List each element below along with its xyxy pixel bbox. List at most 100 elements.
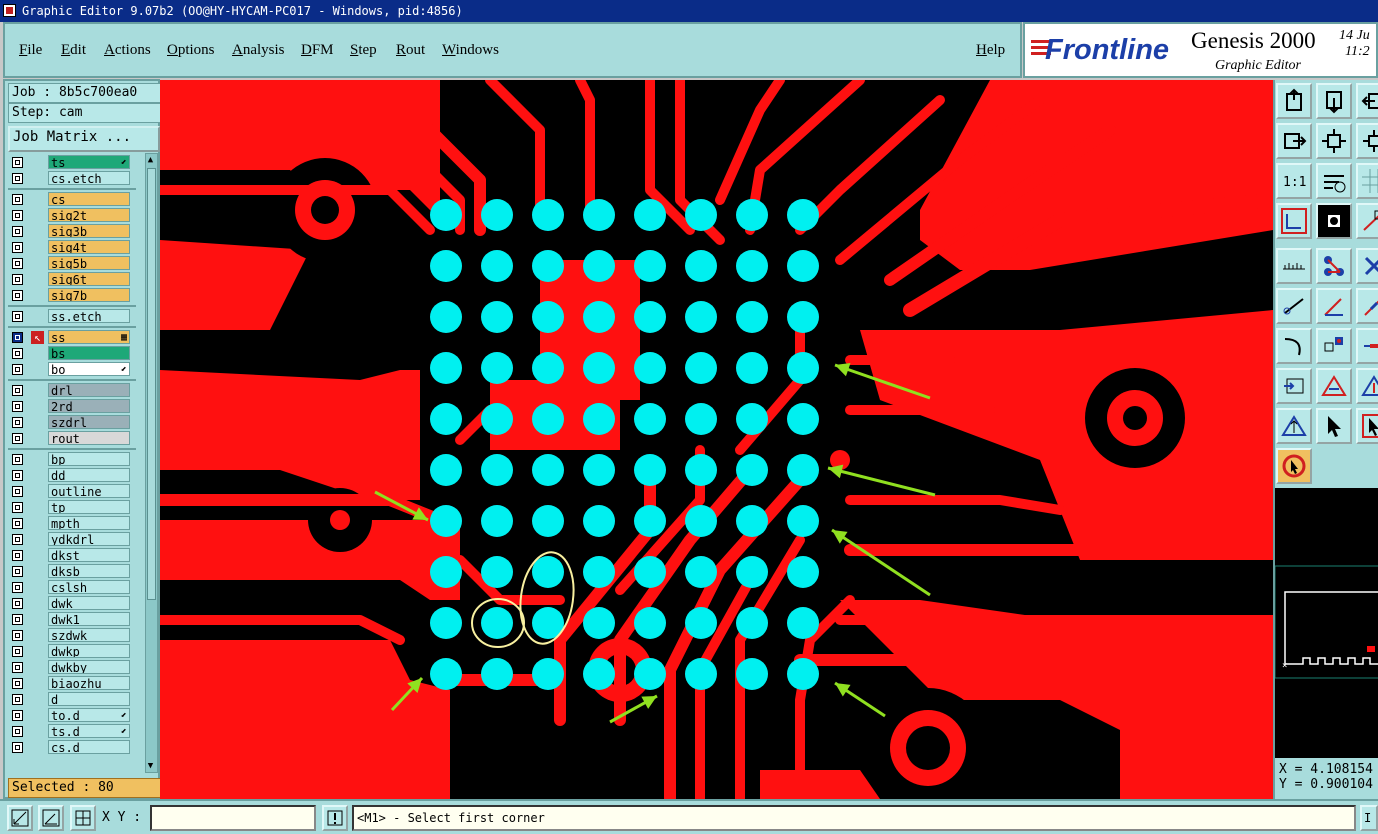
layer-checkbox[interactable] <box>12 417 23 428</box>
layer-name[interactable]: to.d ⬋ <box>48 708 130 722</box>
layer-name[interactable]: biaozhu <box>48 676 130 690</box>
layer-checkbox[interactable] <box>12 726 23 737</box>
layer-row[interactable]: ss.etch <box>8 309 142 324</box>
menu-help[interactable]: Help <box>976 42 1005 59</box>
layer-name[interactable]: ss.etch <box>48 309 130 323</box>
scale-button[interactable]: 1:1 <box>1276 163 1312 199</box>
stop-button[interactable] <box>1276 448 1312 484</box>
layer-checkbox[interactable] <box>12 710 23 721</box>
info-button[interactable]: I <box>1360 805 1378 831</box>
layer-checkbox[interactable] <box>12 194 23 205</box>
menu-edit[interactable]: Edit <box>61 42 86 59</box>
layer-name[interactable]: cs.d <box>48 740 130 754</box>
xy-input[interactable] <box>150 805 316 831</box>
snap-button[interactable] <box>1316 203 1352 239</box>
layer-checkbox[interactable] <box>12 454 23 465</box>
layer-row[interactable]: d <box>8 692 142 707</box>
layer-checkbox[interactable] <box>12 678 23 689</box>
layer-name[interactable]: cs <box>48 192 130 206</box>
arrow-select-button[interactable] <box>1316 408 1352 444</box>
menu-dfm[interactable]: DFM <box>301 42 334 59</box>
layer-row[interactable]: ts ⬋ <box>8 155 142 170</box>
layer-checkbox[interactable] <box>12 550 23 561</box>
layer-row[interactable]: biaozhu <box>8 676 142 691</box>
menu-step[interactable]: Step <box>350 42 377 59</box>
layer-name[interactable]: dwkby <box>48 660 130 674</box>
triangle-button[interactable] <box>1356 368 1378 404</box>
layer-row[interactable]: cs <box>8 192 142 207</box>
layer-row[interactable]: szdwk <box>8 628 142 643</box>
vertex-button[interactable] <box>1356 203 1378 239</box>
layer-row[interactable]: mpth <box>8 516 142 531</box>
layer-name[interactable]: dwk <box>48 596 130 610</box>
menu-analysis[interactable]: Analysis <box>232 42 285 59</box>
layer-checkbox[interactable] <box>12 226 23 237</box>
layer-checkbox[interactable] <box>12 258 23 269</box>
layer-name[interactable]: szdrl <box>48 415 130 429</box>
layer-row[interactable]: ts.d ⬋ <box>8 724 142 739</box>
layer-checkbox[interactable] <box>12 582 23 593</box>
layer-checkbox[interactable] <box>12 290 23 301</box>
layer-row[interactable]: drl <box>8 383 142 398</box>
layer-name[interactable]: dksb <box>48 564 130 578</box>
layer-row[interactable]: sig7b <box>8 288 142 303</box>
layer-row[interactable]: sig4t <box>8 240 142 255</box>
layer-row[interactable]: dwk <box>8 596 142 611</box>
layer-checkbox[interactable] <box>12 486 23 497</box>
select-point-button[interactable] <box>1316 328 1352 364</box>
menu-rout[interactable]: Rout <box>396 42 425 59</box>
layer-name[interactable]: cs.etch <box>48 171 130 185</box>
layer-name[interactable]: sig4t <box>48 240 130 254</box>
scroll-down-icon[interactable]: ▼ <box>146 760 155 772</box>
angle-button[interactable] <box>1316 368 1352 404</box>
layer-name[interactable]: bo ⬋ <box>48 362 130 376</box>
tri-arrow-button[interactable] <box>1276 408 1312 444</box>
layer-name[interactable]: sig7b <box>48 288 130 302</box>
layer-row[interactable]: cs.d <box>8 740 142 755</box>
layer-name[interactable]: sig6t <box>48 272 130 286</box>
layer-checkbox[interactable] <box>12 311 23 322</box>
ruler-button[interactable] <box>1276 248 1312 284</box>
layer-name[interactable]: ss ▦ <box>48 330 130 344</box>
layer-name[interactable]: ydkdrl <box>48 532 130 546</box>
layer-checkbox[interactable] <box>12 646 23 657</box>
layer-checkbox[interactable] <box>12 470 23 481</box>
home-button[interactable] <box>1276 83 1312 119</box>
measure-button[interactable] <box>1316 163 1352 199</box>
layer-checkbox[interactable] <box>12 210 23 221</box>
layer-checkbox[interactable] <box>12 566 23 577</box>
layer-row[interactable]: dd <box>8 468 142 483</box>
layer-row[interactable]: 2rd <box>8 399 142 414</box>
hand-button[interactable] <box>1276 288 1312 324</box>
menu-options[interactable]: Options <box>167 42 215 59</box>
layer-name[interactable]: dwkp <box>48 644 130 658</box>
menu-file[interactable]: File <box>19 42 42 59</box>
layer-name[interactable]: sig2t <box>48 208 130 222</box>
layer-row[interactable]: cs.etch <box>8 171 142 186</box>
layer-name[interactable]: drl <box>48 383 130 397</box>
zoom-box-button[interactable] <box>7 805 33 831</box>
layer-row[interactable]: rout <box>8 431 142 446</box>
layer-row[interactable]: cslsh <box>8 580 142 595</box>
layer-row[interactable]: outline <box>8 484 142 499</box>
layer-name[interactable]: dkst <box>48 548 130 562</box>
pan-right-button[interactable] <box>1276 123 1312 159</box>
layer-name[interactable]: d <box>48 692 130 706</box>
layer-checkbox[interactable] <box>12 401 23 412</box>
layer-row[interactable]: dkst <box>8 548 142 563</box>
grid-snap-button[interactable] <box>70 805 96 831</box>
split-button[interactable] <box>1276 368 1312 404</box>
cross-button[interactable] <box>1356 248 1378 284</box>
layer-checkbox[interactable] <box>12 157 23 168</box>
layer-checkbox[interactable] <box>12 502 23 513</box>
menu-actions[interactable]: Actions <box>104 42 151 59</box>
layer-row[interactable]: sig3b <box>8 224 142 239</box>
layer-scrollbar[interactable]: ▲ ▼ <box>145 153 158 773</box>
line-button[interactable] <box>1316 288 1352 324</box>
pan-left-button[interactable] <box>1356 83 1378 119</box>
layer-name[interactable]: mpth <box>48 516 130 530</box>
layer-row[interactable]: tp <box>8 500 142 515</box>
layer-name[interactable]: tp <box>48 500 130 514</box>
layer-checkbox[interactable] <box>12 364 23 375</box>
layer-checkbox[interactable] <box>12 332 23 343</box>
